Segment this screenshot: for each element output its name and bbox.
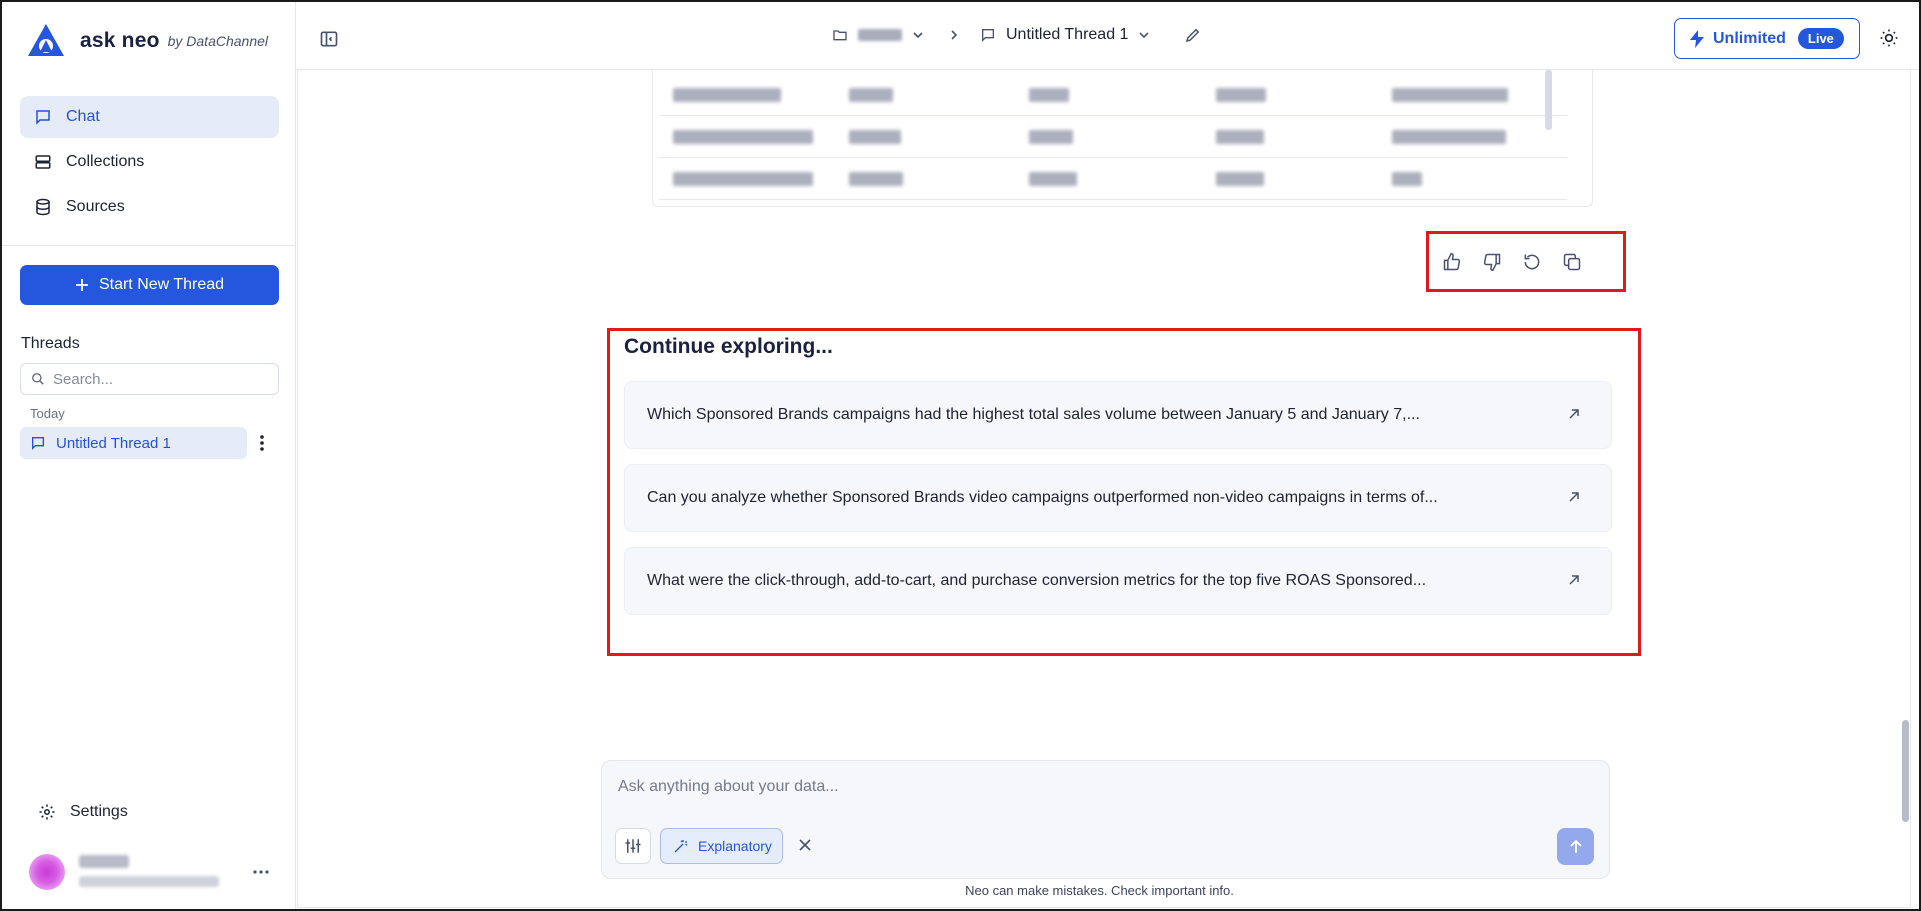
- chat-input[interactable]: [618, 775, 1518, 799]
- chat-icon: [980, 27, 996, 43]
- mode-label: Explanatory: [698, 838, 772, 854]
- send-button[interactable]: [1557, 828, 1594, 865]
- more-horizontal-icon[interactable]: [251, 862, 271, 882]
- thread-item[interactable]: Untitled Thread 1: [20, 427, 247, 459]
- table-row: [659, 158, 1567, 200]
- user-name-redacted: [79, 855, 129, 868]
- sun-icon[interactable]: [1879, 28, 1899, 48]
- table-row: [659, 74, 1567, 116]
- thread-item-label: Untitled Thread 1: [56, 434, 171, 452]
- chat-icon: [30, 435, 46, 451]
- brand-name: ask neo: [80, 29, 160, 52]
- highlight-box-suggestions: [607, 328, 1641, 656]
- sidebar: ask neo by DataChannel Chat Collections …: [2, 2, 296, 909]
- gear-icon: [38, 803, 56, 821]
- nav-item-chat[interactable]: Chat: [20, 96, 279, 138]
- composer: Explanatory: [601, 760, 1610, 879]
- main-scrollbar[interactable]: [1902, 720, 1909, 822]
- close-icon[interactable]: [798, 838, 814, 854]
- settings-link[interactable]: Settings: [38, 803, 128, 821]
- magic-wand-icon: [673, 838, 689, 854]
- main-nav: Chat Collections Sources: [20, 96, 279, 231]
- plus-icon: [75, 278, 89, 292]
- result-table-redacted: [652, 70, 1593, 207]
- search-icon: [31, 372, 45, 386]
- table-scrollbar[interactable]: [1545, 70, 1552, 130]
- mode-chip[interactable]: Explanatory: [660, 828, 783, 864]
- plan-label: Unlimited: [1713, 29, 1786, 47]
- chat-icon: [34, 108, 52, 126]
- table-row: [659, 116, 1567, 158]
- breadcrumb: Untitled Thread 1: [832, 26, 1202, 44]
- brand-by: by DataChannel: [167, 33, 269, 49]
- nav-item-sources[interactable]: Sources: [20, 186, 279, 228]
- chevron-down-icon[interactable]: [1138, 29, 1150, 41]
- plan-button[interactable]: Unlimited Live: [1674, 18, 1860, 59]
- lightning-icon: [1689, 29, 1705, 48]
- nav-item-label: Sources: [66, 198, 125, 215]
- thread-options-icon[interactable]: [254, 433, 270, 453]
- pencil-icon[interactable]: [1184, 26, 1202, 44]
- divider: [2, 245, 296, 246]
- brand[interactable]: ask neo by DataChannel: [26, 22, 268, 60]
- collections-icon: [34, 153, 52, 171]
- nav-item-collections[interactable]: Collections: [20, 141, 279, 183]
- status-badge: Live: [1797, 28, 1844, 49]
- thread-title[interactable]: Untitled Thread 1: [1006, 26, 1128, 44]
- collection-name-redacted[interactable]: [858, 29, 902, 41]
- sliders-icon: [624, 837, 642, 855]
- neo-logo-icon: [26, 22, 66, 60]
- highlight-box-actions: [1426, 231, 1626, 292]
- chevron-down-icon[interactable]: [912, 29, 924, 41]
- settings-label: Settings: [70, 803, 128, 820]
- folder-icon[interactable]: [832, 27, 848, 43]
- database-icon: [34, 198, 52, 216]
- arrow-up-icon: [1568, 839, 1584, 855]
- start-new-thread-button[interactable]: Start New Thread: [20, 265, 279, 305]
- chevron-right-icon: [948, 29, 960, 41]
- threads-heading: Threads: [21, 335, 80, 352]
- settings-sliders-button[interactable]: [615, 828, 651, 864]
- start-new-thread-label: Start New Thread: [98, 276, 225, 293]
- thread-search-input[interactable]: [53, 370, 253, 388]
- thread-search-box: [20, 363, 279, 395]
- disclaimer: Neo can make mistakes. Check important i…: [965, 883, 1234, 898]
- thread-group-label: Today: [30, 406, 65, 421]
- nav-item-label: Chat: [66, 108, 100, 125]
- nav-item-label: Collections: [66, 153, 145, 170]
